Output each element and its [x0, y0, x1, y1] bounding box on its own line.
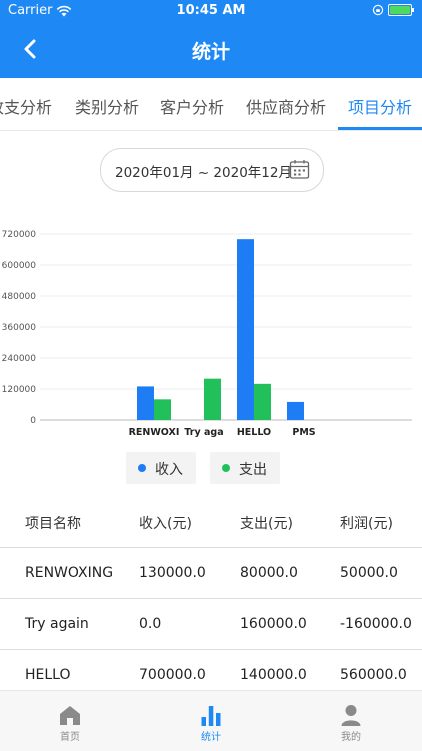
tab-income-expense[interactable]: 收支分析: [0, 94, 52, 118]
bottom-tab-bar: 首页 统计 我的: [0, 690, 422, 751]
expense-value: 160000.0: [240, 616, 307, 632]
battery-icon: [388, 4, 414, 16]
tabbar-stats-label: 统计: [201, 732, 221, 743]
table-row[interactable]: Try again 0.0 160000.0 -160000.0: [0, 599, 422, 650]
y-tick-label: 120000: [2, 385, 37, 395]
project-table: 项目名称 收入(元) 支出(元) 利润(元) RENWOXING 130000.…: [0, 500, 422, 701]
project-bar-chart: 0 120000 240000 360000 480000 600000 720000 RE…: [2, 230, 412, 438]
income-value: 0.0: [139, 616, 162, 632]
page-title: 统计: [191, 41, 230, 63]
income-value: 700000.0: [139, 667, 206, 683]
legend-income-label: 收入: [155, 462, 183, 478]
analysis-tabs: 收支分析 类别分析 客户分析 供应商分析 项目分析: [0, 78, 422, 131]
user-icon: [341, 705, 361, 726]
x-category-label: PMS: [292, 427, 315, 438]
tab-customer[interactable]: 客户分析: [160, 94, 224, 118]
y-tick-label: 360000: [2, 323, 37, 333]
y-tick-label: 0: [30, 416, 36, 426]
home-icon: [60, 706, 80, 725]
header-income: 收入(元): [139, 516, 192, 532]
project-name: Try again: [25, 616, 89, 632]
table-header: 项目名称 收入(元) 支出(元) 利润(元): [0, 500, 422, 548]
bar-expense[interactable]: [204, 378, 221, 420]
legend-expense-dot: [222, 464, 230, 472]
header-profit: 利润(元): [340, 516, 393, 532]
tabbar-mine-label: 我的: [341, 732, 361, 743]
project-name: RENWOXING: [25, 565, 114, 581]
expense-value: 140000.0: [240, 667, 307, 683]
date-range-picker[interactable]: 2020年01月 ~ 2020年12月: [100, 148, 324, 192]
tab-supplier[interactable]: 供应商分析: [246, 94, 326, 118]
tabbar-home-label: 首页: [60, 732, 80, 743]
bar-income[interactable]: [287, 401, 304, 420]
bar-expense[interactable]: [154, 399, 171, 420]
y-tick-label: 480000: [2, 292, 37, 302]
bar-income[interactable]: [237, 239, 254, 420]
project-name: HELLO: [25, 667, 71, 683]
x-category-label: RENWOXI: [129, 427, 180, 438]
status-time: 10:45 AM: [176, 3, 246, 18]
x-category-label: Try aga: [184, 427, 223, 438]
y-tick-label: 720000: [2, 230, 37, 240]
bar-income[interactable]: [137, 386, 154, 420]
header-bar: Carrier 10:45 AM 统计: [0, 0, 422, 78]
header-expense: 支出(元): [240, 516, 293, 532]
profit-value: 560000.0: [340, 667, 407, 683]
active-tab-indicator: [338, 127, 422, 130]
tab-category[interactable]: 类别分析: [75, 94, 139, 118]
legend-income[interactable]: 收入: [126, 452, 196, 484]
legend-expense-label: 支出: [239, 462, 267, 478]
table-row[interactable]: RENWOXING 130000.0 80000.0 50000.0: [0, 548, 422, 599]
date-range-text: 2020年01月 ~ 2020年12月: [115, 165, 292, 181]
profit-value: -160000.0: [340, 616, 412, 632]
profit-value: 50000.0: [340, 565, 398, 581]
nav-bar: 统计: [0, 22, 422, 78]
y-tick-label: 240000: [2, 354, 37, 364]
status-bar: Carrier 10:45 AM: [0, 0, 422, 22]
legend-expense[interactable]: 支出: [210, 452, 280, 484]
expense-value: 80000.0: [240, 565, 298, 581]
stats-icon: [201, 706, 221, 726]
lock-rotation-icon: [372, 4, 384, 16]
income-value: 130000.0: [139, 565, 206, 581]
y-tick-label: 600000: [2, 261, 37, 271]
bar-expense[interactable]: [254, 383, 271, 420]
header-project-name: 项目名称: [25, 516, 81, 532]
tabbar-stats[interactable]: 统计: [171, 691, 251, 751]
calendar-icon: [289, 160, 310, 179]
x-category-label: HELLO: [237, 427, 271, 438]
legend-income-dot: [138, 464, 146, 472]
tab-project[interactable]: 项目分析: [348, 94, 412, 118]
tabbar-home[interactable]: 首页: [30, 691, 110, 751]
tabbar-mine[interactable]: 我的: [311, 691, 391, 751]
